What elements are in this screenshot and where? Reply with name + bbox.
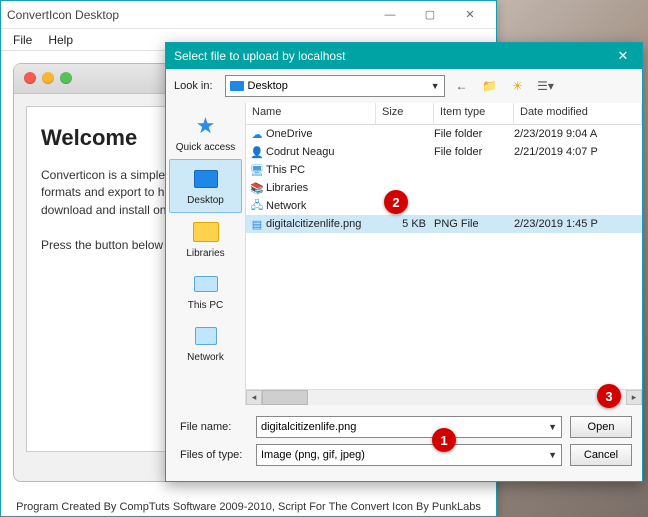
cloud-icon: ☁ <box>246 128 264 141</box>
file-rows: ☁ OneDrive File folder 2/23/2019 9:04 A … <box>246 125 642 389</box>
file-type-value: Image (png, gif, jpeg) <box>261 449 365 461</box>
col-date[interactable]: Date modified <box>514 103 642 124</box>
callout-badge-3: 3 <box>597 384 621 408</box>
app-titlebar[interactable]: ConvertIcon Desktop — ▢ ✕ <box>1 1 496 29</box>
open-button[interactable]: Open <box>570 416 632 438</box>
dialog-main: ★ Quick access Desktop Libraries This PC… <box>166 103 642 405</box>
menu-help[interactable]: Help <box>40 31 81 49</box>
col-name[interactable]: Name <box>246 103 376 124</box>
scroll-left-button[interactable]: ◂ <box>246 390 262 405</box>
libraries-icon: 📚 <box>246 182 264 195</box>
folder-icon <box>191 219 221 245</box>
look-in-value: Desktop <box>248 80 288 92</box>
file-name-input[interactable]: digitalcitizenlife.png ▼ <box>256 416 562 438</box>
cancel-button[interactable]: Cancel <box>570 444 632 466</box>
menu-file[interactable]: File <box>5 31 40 49</box>
view-menu-button[interactable]: ☰▾ <box>535 75 557 97</box>
col-type[interactable]: Item type <box>434 103 514 124</box>
minimize-button[interactable]: — <box>370 3 410 27</box>
desktop-icon <box>191 166 221 192</box>
col-size[interactable]: Size <box>376 103 434 124</box>
mac-close-icon[interactable] <box>24 72 36 84</box>
look-in-label: Look in: <box>174 80 213 92</box>
sidebar-item-libraries[interactable]: Libraries <box>166 213 245 265</box>
new-folder-button[interactable]: ✳ <box>507 75 529 97</box>
file-type-label: Files of type: <box>176 449 248 461</box>
desktop-icon <box>230 81 244 91</box>
pc-icon <box>191 271 221 297</box>
scroll-track[interactable] <box>308 390 626 405</box>
sidebar-label: This PC <box>188 300 224 311</box>
network-icon: 🖧 <box>246 197 264 216</box>
scroll-thumb[interactable] <box>262 390 308 405</box>
file-name-value: digitalcitizenlife.png <box>261 421 356 433</box>
mac-dots <box>24 72 72 84</box>
sidebar-label: Quick access <box>176 142 235 153</box>
file-type-row: Files of type: Image (png, gif, jpeg) ▼ … <box>176 441 632 469</box>
list-item-selected[interactable]: ▤ digitalcitizenlife.png 5 KB PNG File 2… <box>246 215 642 233</box>
mac-min-icon[interactable] <box>42 72 54 84</box>
file-open-dialog: Select file to upload by localhost ✕ Loo… <box>165 42 643 482</box>
callout-badge-1: 1 <box>432 428 456 452</box>
file-list: Name Size Item type Date modified ☁ OneD… <box>246 103 642 405</box>
horizontal-scrollbar[interactable]: ◂ ▸ <box>246 389 642 405</box>
sidebar-label: Libraries <box>186 248 224 259</box>
chevron-down-icon[interactable]: ▼ <box>548 422 557 432</box>
dialog-titlebar[interactable]: Select file to upload by localhost ✕ <box>166 43 642 69</box>
back-button[interactable]: ← <box>451 75 473 97</box>
close-button[interactable]: ✕ <box>450 3 490 27</box>
chevron-down-icon: ▼ <box>431 81 440 91</box>
sidebar-item-network[interactable]: Network <box>166 317 245 369</box>
list-item[interactable]: 📚 Libraries <box>246 179 642 197</box>
sidebar-item-desktop[interactable]: Desktop <box>169 159 242 213</box>
file-type-select[interactable]: Image (png, gif, jpeg) ▼ <box>256 444 562 466</box>
user-icon: 👤 <box>246 146 264 159</box>
footer-text: Program Created By CompTuts Software 200… <box>1 501 496 513</box>
file-name-row: File name: digitalcitizenlife.png ▼ Open <box>176 413 632 441</box>
dialog-toolbar: Look in: Desktop ▼ ← 📁 ✳ ☰▾ <box>166 69 642 103</box>
sidebar-item-quick-access[interactable]: ★ Quick access <box>166 107 245 159</box>
pc-icon: 🖥 <box>246 164 264 177</box>
mac-max-icon[interactable] <box>60 72 72 84</box>
list-item[interactable]: ☁ OneDrive File folder 2/23/2019 9:04 A <box>246 125 642 143</box>
column-headers[interactable]: Name Size Item type Date modified <box>246 103 642 125</box>
sidebar-label: Network <box>187 352 224 363</box>
star-icon: ★ <box>191 113 221 139</box>
dialog-title: Select file to upload by localhost <box>174 49 612 63</box>
up-button[interactable]: 📁 <box>479 75 501 97</box>
scroll-right-button[interactable]: ▸ <box>626 390 642 405</box>
network-icon <box>191 323 221 349</box>
places-sidebar: ★ Quick access Desktop Libraries This PC… <box>166 103 246 405</box>
look-in-select[interactable]: Desktop ▼ <box>225 75 445 97</box>
list-item[interactable]: 👤 Codrut Neagu File folder 2/21/2019 4:0… <box>246 143 642 161</box>
chevron-down-icon[interactable]: ▼ <box>548 450 557 460</box>
image-icon: ▤ <box>246 218 264 231</box>
dialog-close-button[interactable]: ✕ <box>612 48 634 64</box>
maximize-button[interactable]: ▢ <box>410 3 450 27</box>
callout-badge-2: 2 <box>384 190 408 214</box>
sidebar-item-this-pc[interactable]: This PC <box>166 265 245 317</box>
dialog-bottom: File name: digitalcitizenlife.png ▼ Open… <box>166 405 642 481</box>
sidebar-label: Desktop <box>187 195 224 206</box>
list-item[interactable]: 🖧 Network <box>246 197 642 215</box>
list-item[interactable]: 🖥 This PC <box>246 161 642 179</box>
app-title: ConvertIcon Desktop <box>7 8 370 22</box>
file-name-label: File name: <box>176 421 248 433</box>
